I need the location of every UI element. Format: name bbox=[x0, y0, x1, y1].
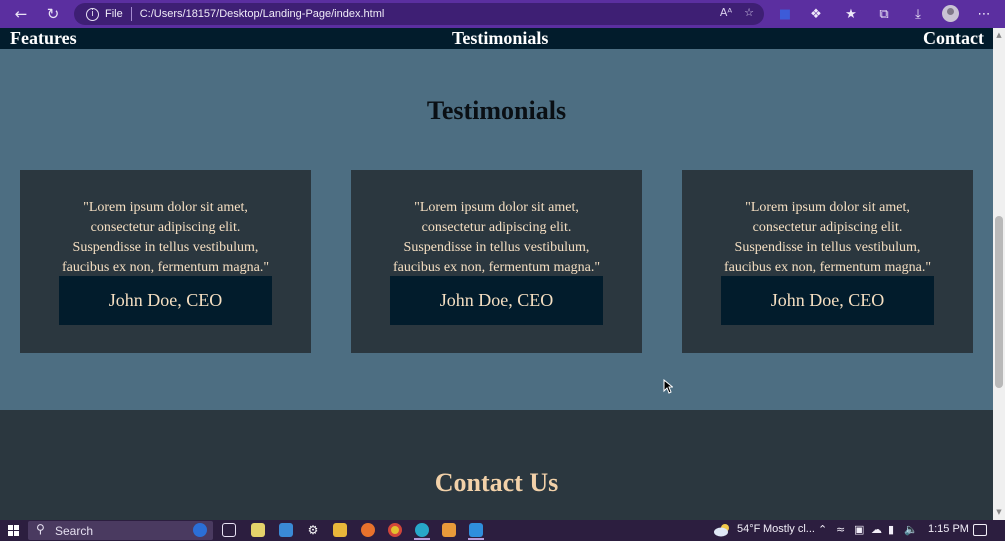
onedrive-cloud-icon[interactable]: ☁ bbox=[871, 523, 882, 536]
active-app-indicator bbox=[468, 538, 484, 540]
weather-description[interactable]: Mostly cl... bbox=[763, 523, 815, 535]
meet-now-icon[interactable]: ▣ bbox=[854, 523, 864, 536]
weather-temperature[interactable]: 54°F bbox=[737, 523, 760, 535]
edge-icon[interactable] bbox=[415, 523, 429, 537]
contact-heading: Contact Us bbox=[434, 468, 559, 497]
testimonial-author: John Doe, CEO bbox=[59, 276, 272, 325]
testimonial-card: "Lorem ipsum dolor sit amet, consectetur… bbox=[682, 170, 973, 353]
testimonial-quote: "Lorem ipsum dolor sit amet, consectetur… bbox=[61, 200, 270, 275]
active-app-indicator bbox=[414, 538, 430, 540]
extensions-puzzle-icon[interactable]: ❖ bbox=[806, 4, 826, 24]
chrome-icon[interactable] bbox=[388, 523, 402, 537]
notifications-icon[interactable] bbox=[973, 524, 987, 536]
chevron-up-icon[interactable]: ⌃ bbox=[818, 523, 827, 536]
firefox-icon[interactable] bbox=[361, 523, 375, 537]
address-prefix: File bbox=[105, 8, 123, 20]
extension-icon[interactable]: ■ bbox=[775, 4, 795, 24]
file-explorer-icon[interactable] bbox=[333, 523, 347, 537]
back-arrow-icon[interactable]: ← bbox=[10, 3, 32, 25]
testimonials-heading: Testimonials bbox=[426, 96, 567, 125]
nav-link-contact[interactable]: Contact bbox=[923, 28, 984, 49]
battery-icon[interactable]: ▮ bbox=[888, 523, 894, 536]
testimonial-author: John Doe, CEO bbox=[721, 276, 934, 325]
favorites-icon[interactable]: ★ bbox=[841, 4, 861, 24]
address-divider bbox=[130, 7, 132, 21]
page-scrollbar[interactable]: ▲ ▼ bbox=[993, 28, 1005, 520]
mail-icon[interactable] bbox=[279, 523, 293, 537]
more-menu-icon[interactable]: ⋯ bbox=[974, 4, 994, 24]
testimonial-card: "Lorem ipsum dolor sit amet, consectetur… bbox=[351, 170, 642, 353]
browser-toolbar: ← ↻ i File C:/Users/18157/Desktop/Landin… bbox=[0, 0, 1005, 28]
refresh-icon[interactable]: ↻ bbox=[42, 3, 64, 25]
read-aloud-icon[interactable]: Aᴬ bbox=[720, 6, 732, 19]
mouse-cursor-icon bbox=[663, 379, 673, 394]
scroll-up-icon[interactable]: ▲ bbox=[995, 31, 1003, 39]
contact-section: Contact Us bbox=[0, 410, 993, 520]
url-text: C:/Users/18157/Desktop/Landing-Page/inde… bbox=[139, 8, 385, 20]
volume-icon[interactable]: 🔈 bbox=[904, 523, 918, 536]
task-view-icon[interactable] bbox=[222, 523, 236, 537]
bing-icon[interactable] bbox=[193, 523, 207, 537]
testimonial-quote: "Lorem ipsum dolor sit amet, consectetur… bbox=[392, 200, 601, 275]
testimonial-card: "Lorem ipsum dolor sit amet, consectetur… bbox=[20, 170, 311, 353]
address-bar[interactable]: i File C:/Users/18157/Desktop/Landing-Pa… bbox=[74, 3, 764, 25]
vscode-icon[interactable] bbox=[469, 523, 483, 537]
testimonial-quote: "Lorem ipsum dolor sit amet, consectetur… bbox=[723, 200, 932, 275]
testimonial-author: John Doe, CEO bbox=[390, 276, 603, 325]
nav-link-features[interactable]: Features bbox=[10, 28, 77, 49]
scroll-down-icon[interactable]: ▼ bbox=[995, 508, 1003, 516]
search-placeholder: Search bbox=[55, 524, 94, 538]
app-icon[interactable] bbox=[442, 523, 456, 537]
nav-link-testimonials[interactable]: Testimonials bbox=[452, 28, 548, 49]
network-icon[interactable]: ≈ bbox=[836, 523, 845, 536]
favorite-star-icon[interactable]: ☆ bbox=[744, 6, 754, 19]
search-icon: ⚲ bbox=[36, 522, 45, 536]
windows-start-icon[interactable] bbox=[8, 525, 19, 536]
settings-gear-icon[interactable]: ⚙ bbox=[306, 523, 320, 537]
profile-avatar[interactable] bbox=[942, 5, 959, 22]
widgets-icon[interactable] bbox=[251, 523, 265, 537]
scrollbar-thumb[interactable] bbox=[995, 216, 1003, 388]
weather-cloud-icon[interactable] bbox=[713, 523, 731, 537]
clock-time[interactable]: 1:15 PM bbox=[928, 523, 969, 535]
taskbar-search-box[interactable]: ⚲ Search bbox=[28, 521, 213, 540]
site-info-icon[interactable]: i bbox=[86, 7, 99, 21]
collections-icon[interactable]: ⧉ bbox=[874, 4, 894, 24]
site-nav: Features Testimonials Contact bbox=[0, 28, 993, 49]
taskbar: ⚲ Search ⚙ 54°F Mostly cl... ⌃ ≈ ▣ ☁ ▮ 🔈… bbox=[0, 520, 1005, 541]
downloads-icon[interactable]: ⤓ bbox=[908, 4, 928, 24]
